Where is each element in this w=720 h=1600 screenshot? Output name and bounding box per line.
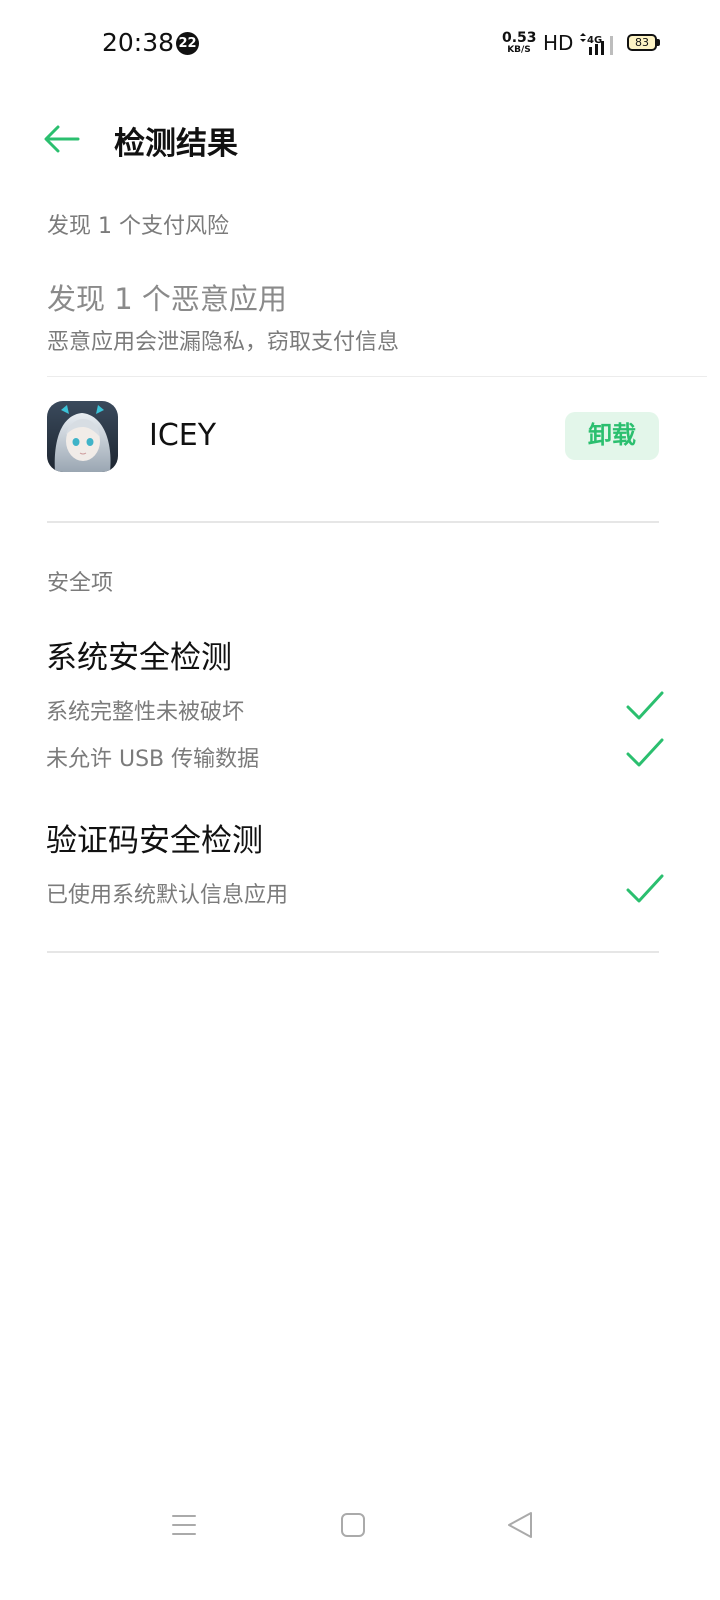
app-name: ICEY — [149, 418, 217, 453]
network-type-label: 4G — [587, 35, 602, 46]
status-time: 20:38 — [102, 28, 175, 57]
uninstall-button[interactable]: 卸载 — [565, 412, 659, 460]
page-title: 检测结果 — [114, 126, 238, 162]
divider — [47, 521, 659, 523]
system-security-title: 系统安全检测 — [46, 640, 232, 676]
check-item-label: 已使用系统默认信息应用 — [46, 883, 289, 908]
payment-risk-summary: 发现 1 个支付风险 — [47, 214, 229, 239]
divider — [47, 376, 707, 377]
network-speed-value: 0.53 — [502, 30, 537, 46]
hd-indicator: HD — [543, 31, 574, 55]
home-icon[interactable] — [340, 1512, 366, 1538]
checkmark-icon — [626, 738, 664, 767]
checkmark-icon — [626, 691, 664, 720]
security-section-header: 安全项 — [47, 571, 114, 596]
checkmark-icon — [626, 874, 664, 903]
malicious-app-title: 发现 1 个恶意应用 — [47, 282, 287, 316]
notification-count-badge: 22 — [176, 32, 199, 55]
network-speed-unit: KB/S — [507, 45, 531, 55]
menu-icon[interactable] — [171, 1512, 197, 1538]
cellular-signal-icon: 4G — [580, 33, 613, 55]
back-triangle-icon[interactable] — [506, 1510, 534, 1540]
malicious-app-description: 恶意应用会泄漏隐私，窃取支付信息 — [47, 330, 400, 355]
check-item-label: 未允许 USB 传输数据 — [46, 747, 260, 772]
app-icon — [47, 401, 118, 472]
arrow-left-icon[interactable] — [42, 124, 80, 154]
check-item-label: 系统完整性未被破坏 — [46, 700, 245, 725]
battery-icon: 83 — [627, 34, 657, 51]
captcha-security-title: 验证码安全检测 — [46, 823, 263, 859]
divider — [47, 951, 659, 953]
network-speed: 0.53 KB/S — [502, 30, 537, 55]
battery-cap — [657, 39, 660, 46]
